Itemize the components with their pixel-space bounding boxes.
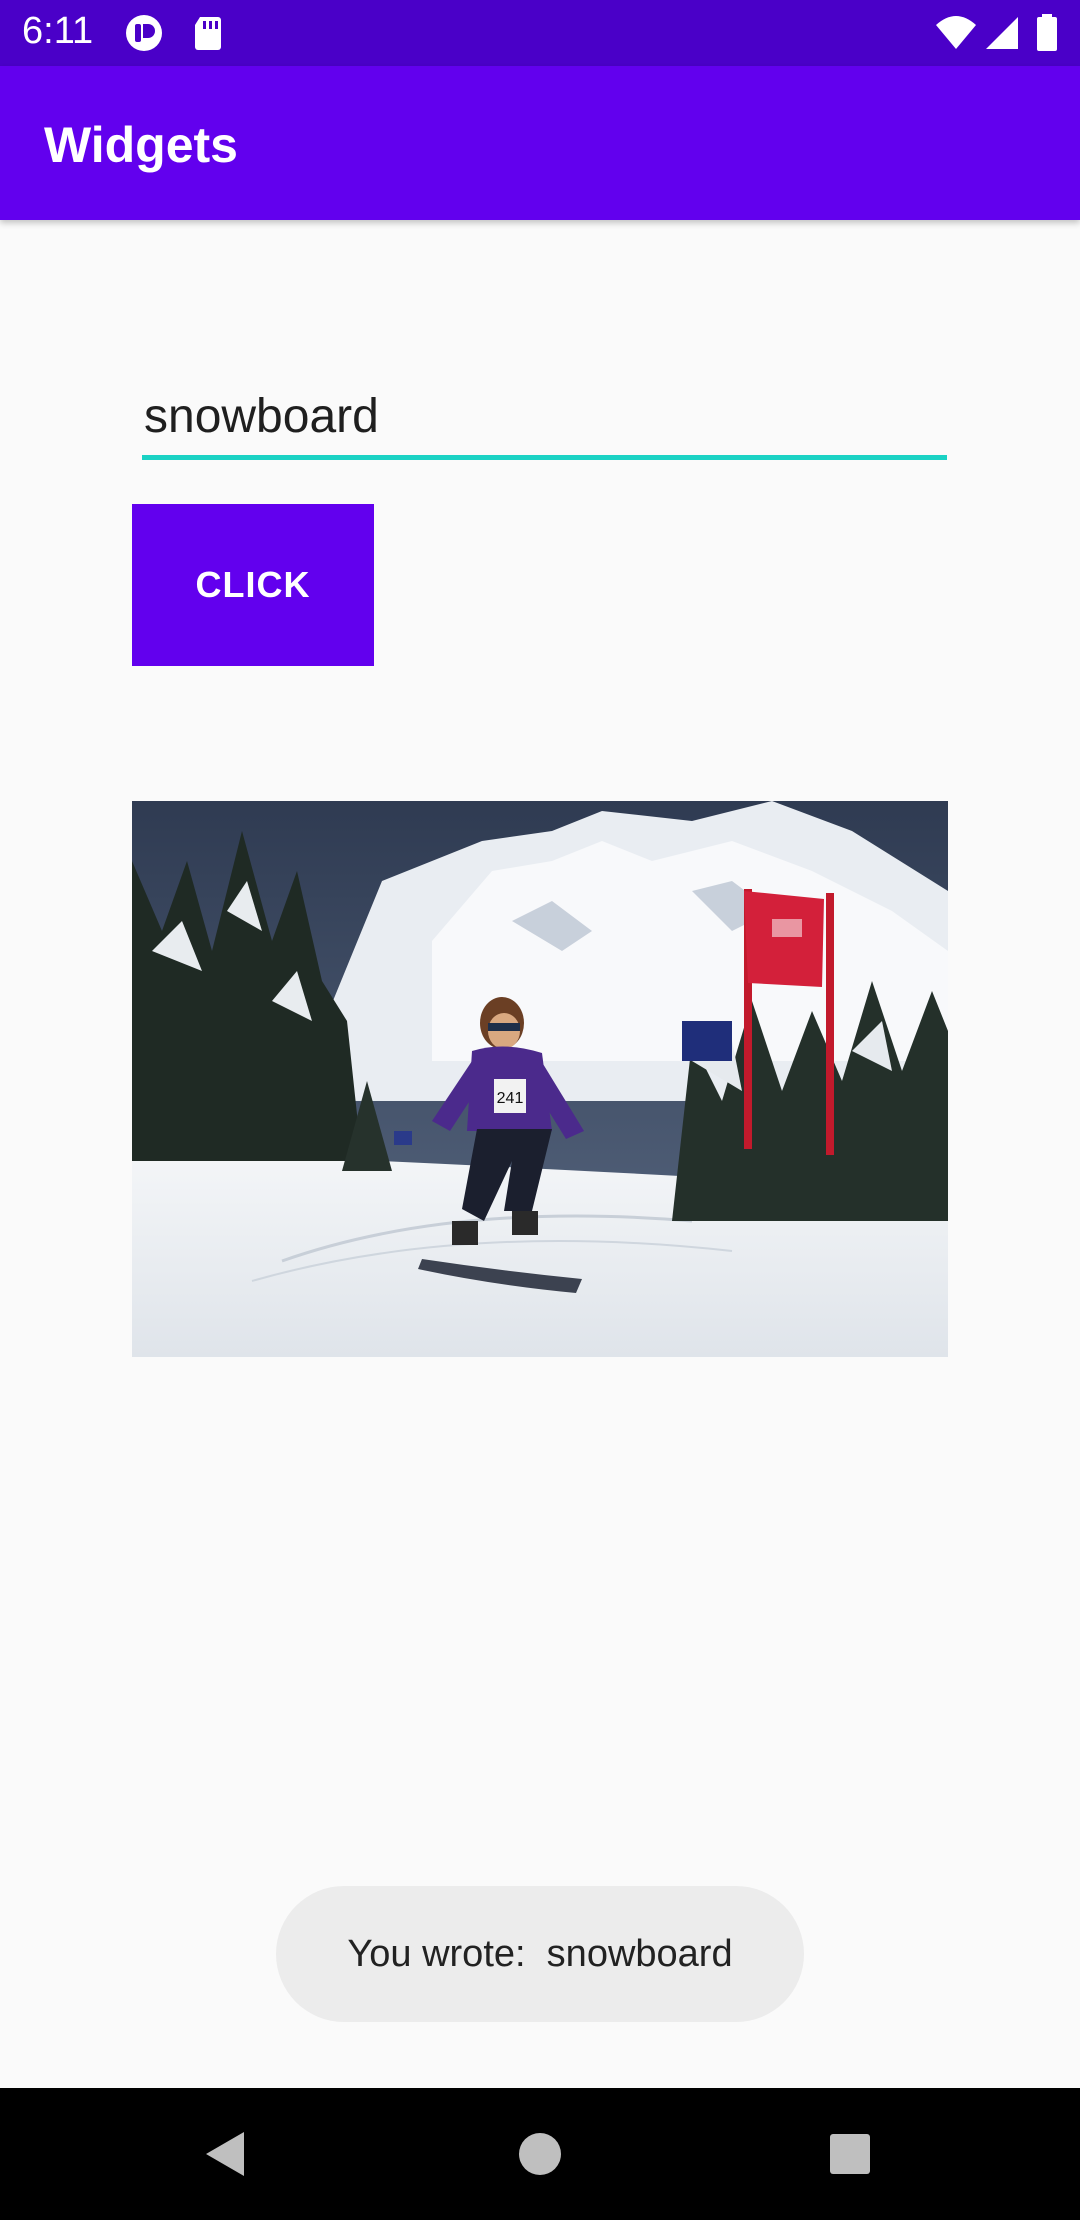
wifi-icon [934, 13, 978, 53]
snowboard-image: 241 [132, 801, 948, 1357]
text-input[interactable] [142, 378, 947, 460]
sd-card-icon [188, 13, 228, 53]
back-icon[interactable] [196, 2124, 256, 2184]
cellular-signal-icon [982, 13, 1022, 53]
app-bar: Widgets [0, 66, 1080, 220]
status-time: 6:11 [22, 10, 94, 52]
app-notification-icon [124, 13, 164, 53]
recents-icon[interactable] [820, 2124, 880, 2184]
status-bar: 6:11 [0, 0, 1080, 66]
click-button[interactable]: CLICK [132, 504, 374, 666]
home-icon[interactable] [510, 2124, 570, 2184]
battery-icon [1034, 13, 1060, 53]
toast-message: You wrote: snowboard [276, 1886, 804, 2022]
navigation-bar [0, 2088, 1080, 2220]
app-title: Widgets [44, 117, 238, 173]
svg-text:241: 241 [497, 1090, 524, 1107]
